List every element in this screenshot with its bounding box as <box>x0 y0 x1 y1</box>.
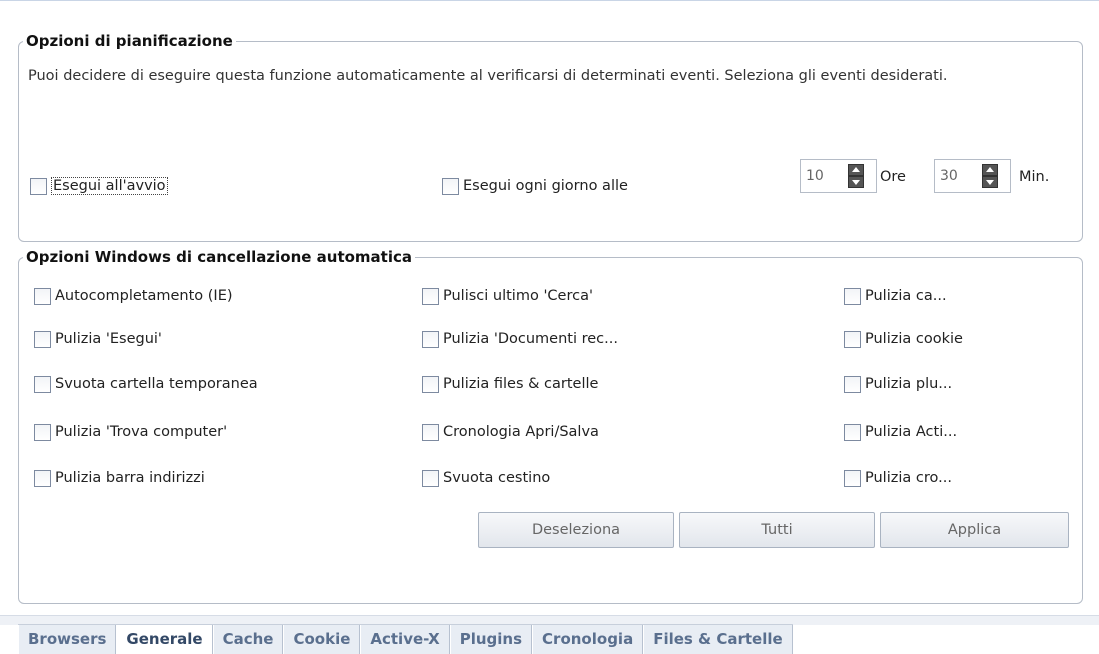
checkbox-box[interactable] <box>442 177 459 195</box>
option-checkbox[interactable]: Pulizia cro... <box>844 467 952 489</box>
window-top-border <box>0 0 1099 11</box>
spin-up-icon[interactable] <box>848 164 864 176</box>
option-label: Svuota cartella temporanea <box>55 376 258 392</box>
option-checkbox[interactable]: Pulizia 'Esegui' <box>34 328 162 350</box>
option-label: Pulizia 'Esegui' <box>55 331 162 347</box>
tab-browsers[interactable]: Browsers <box>18 625 117 654</box>
option-label: Pulizia Acti... <box>865 424 958 440</box>
option-checkbox[interactable]: Svuota cartella temporanea <box>34 373 258 395</box>
select-all-button[interactable]: Tutti <box>679 512 875 548</box>
option-label: Cronologia Apri/Salva <box>443 424 599 440</box>
option-checkbox[interactable]: Pulizia 'Trova computer' <box>34 421 227 443</box>
scheduling-description: Puoi decidere di eseguire questa funzion… <box>28 68 948 84</box>
checkbox-box[interactable] <box>844 375 861 393</box>
spin-down-icon[interactable] <box>848 176 864 188</box>
checkbox-box[interactable] <box>422 287 439 305</box>
run-at-startup-checkbox[interactable]: Esegui all'avvio <box>30 175 168 197</box>
run-daily-label: Esegui ogni giorno alle <box>463 178 628 194</box>
tab-plugins[interactable]: Plugins <box>449 625 533 654</box>
option-label: Pulizia 'Trova computer' <box>55 424 228 440</box>
minute-unit: Min. <box>1019 169 1050 185</box>
option-checkbox[interactable]: Pulizia plu... <box>844 373 952 395</box>
tab-cookie[interactable]: Cookie <box>283 625 361 654</box>
option-label: Autocompletamento (IE) <box>55 288 233 304</box>
option-label: Pulizia cookie <box>865 331 963 347</box>
run-at-startup-label: Esegui all'avvio <box>51 177 168 195</box>
checkbox-box[interactable] <box>422 330 439 348</box>
option-label: Pulizia 'Documenti rec... <box>443 331 618 347</box>
checkbox-box[interactable] <box>34 469 51 487</box>
option-label: Pulizia barra indirizzi <box>55 470 205 486</box>
tab-files-cartelle[interactable]: Files & Cartelle <box>643 625 793 654</box>
option-label: Pulizia cro... <box>865 470 952 486</box>
spin-down-icon[interactable] <box>982 176 998 188</box>
option-checkbox[interactable]: Svuota cestino <box>422 467 550 489</box>
option-label: Pulisci ultimo 'Cerca' <box>443 288 593 304</box>
tab-cronologia[interactable]: Cronologia <box>532 625 644 654</box>
checkbox-box[interactable] <box>34 287 51 305</box>
option-checkbox[interactable]: Cronologia Apri/Salva <box>422 421 599 443</box>
option-checkbox[interactable]: Pulizia ca... <box>844 285 947 307</box>
settings-panel: Opzioni di pianificazione Puoi decidere … <box>8 12 1091 610</box>
tab-generale[interactable]: Generale <box>116 625 213 654</box>
option-checkbox[interactable]: Pulizia Acti... <box>844 421 957 443</box>
checkbox-box[interactable] <box>844 330 861 348</box>
option-label: Svuota cestino <box>443 470 551 486</box>
checkbox-box[interactable] <box>844 287 861 305</box>
checkbox-box[interactable] <box>34 423 51 441</box>
option-checkbox[interactable]: Pulizia cookie <box>844 328 963 350</box>
option-checkbox[interactable]: Pulizia barra indirizzi <box>34 467 205 489</box>
windows-options-legend: Opzioni Windows di cancellazione automat… <box>26 248 412 266</box>
hour-unit: Ore <box>880 169 906 185</box>
deselect-button[interactable]: Deseleziona <box>478 512 674 548</box>
apply-button[interactable]: Applica <box>880 512 1069 548</box>
minute-value[interactable]: 30 <box>935 160 980 192</box>
hour-stepper[interactable]: 10 <box>800 159 877 193</box>
scheduling-legend: Opzioni di pianificazione <box>26 32 233 50</box>
hour-spin-arrows[interactable] <box>846 160 866 192</box>
checkbox-box[interactable] <box>422 423 439 441</box>
tab-bar: Browsers Generale Cache Cookie Active-X … <box>18 624 793 654</box>
checkbox-box[interactable] <box>422 469 439 487</box>
checkbox-box[interactable] <box>34 375 51 393</box>
spin-up-icon[interactable] <box>982 164 998 176</box>
option-checkbox[interactable]: Autocompletamento (IE) <box>34 285 233 307</box>
checkbox-box[interactable] <box>422 375 439 393</box>
tab-cache[interactable]: Cache <box>212 625 284 654</box>
option-checkbox[interactable]: Pulizia files & cartelle <box>422 373 598 395</box>
checkbox-box[interactable] <box>34 330 51 348</box>
hour-value[interactable]: 10 <box>801 160 846 192</box>
option-label: Pulizia ca... <box>865 288 947 304</box>
checkbox-box[interactable] <box>844 423 861 441</box>
checkbox-box[interactable] <box>30 177 47 195</box>
option-label: Pulizia plu... <box>865 376 953 392</box>
option-checkbox[interactable]: Pulizia 'Documenti rec... <box>422 328 618 350</box>
minute-stepper[interactable]: 30 <box>934 159 1011 193</box>
option-checkbox[interactable]: Pulisci ultimo 'Cerca' <box>422 285 593 307</box>
checkbox-box[interactable] <box>844 469 861 487</box>
run-daily-checkbox[interactable]: Esegui ogni giorno alle <box>442 175 628 197</box>
option-label: Pulizia files & cartelle <box>443 376 599 392</box>
minute-spin-arrows[interactable] <box>980 160 1000 192</box>
tab-active-x[interactable]: Active-X <box>360 625 450 654</box>
